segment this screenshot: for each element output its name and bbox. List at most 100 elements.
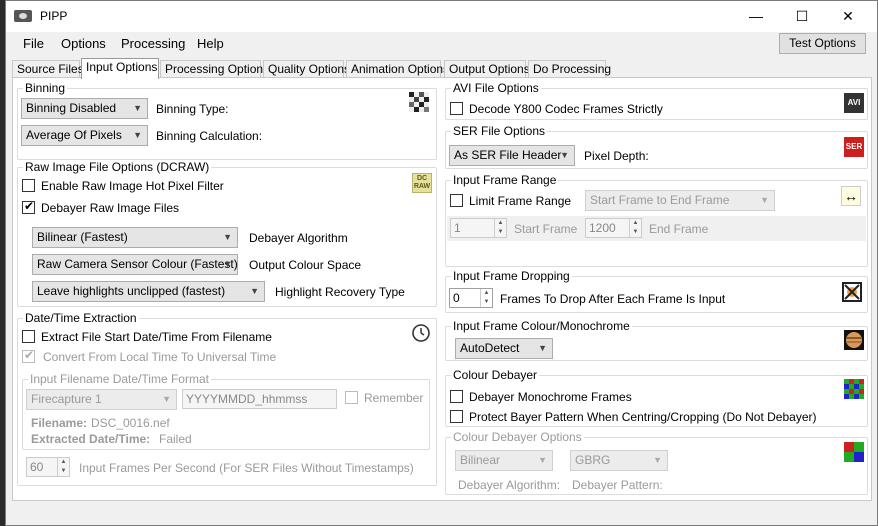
- filename-value: DSC_0016.nef: [91, 416, 170, 430]
- debayer-algorithm-dropdown[interactable]: Bilinear (Fastest) ▼: [32, 227, 238, 248]
- extracted-value: Failed: [159, 432, 192, 446]
- remember-label: Remember: [364, 391, 424, 405]
- output-colour-dropdown[interactable]: Raw Camera Sensor Colour (Fastest) ▼: [32, 254, 238, 275]
- chevron-down-icon: ▼: [538, 343, 547, 353]
- debayer-pattern-label: Debayer Pattern:: [572, 478, 663, 492]
- menu-help[interactable]: Help: [197, 36, 224, 51]
- pixel-depth-label: Pixel Depth:: [584, 149, 649, 163]
- limit-range-label: Limit Frame Range: [469, 194, 572, 208]
- title-bar: PIPP — ☐ ✕: [6, 1, 877, 32]
- debayer-algorithm-dropdown-2[interactable]: Bilinear ▼: [455, 450, 553, 471]
- spinner-arrows-icon[interactable]: ▲ ▼: [494, 219, 506, 237]
- extracted-label: Extracted Date/Time:: [31, 432, 151, 446]
- chevron-down-icon: ▼: [760, 195, 769, 205]
- minimize-button[interactable]: —: [733, 1, 779, 31]
- convert-utc-checkbox[interactable]: ✔: [22, 348, 35, 363]
- protect-bayer-checkbox[interactable]: [450, 410, 463, 423]
- ser-title: SER File Options: [451, 124, 548, 138]
- colour-mono-value: AutoDetect: [460, 341, 520, 355]
- limit-range-checkbox[interactable]: [450, 194, 463, 207]
- end-frame-value: 1200: [589, 221, 616, 235]
- highlight-recovery-value: Leave highlights unclipped (fastest): [37, 284, 226, 298]
- tab-source-files[interactable]: Source Files: [12, 60, 84, 78]
- datetime-format-dropdown[interactable]: Firecapture 1 ▼: [26, 389, 177, 410]
- tab-processing-options[interactable]: Processing Options: [160, 60, 269, 78]
- ser-group: SER File Options As SER File Header ▼ Pix…: [445, 124, 868, 169]
- spinner-arrows-icon[interactable]: ▲ ▼: [480, 289, 492, 307]
- start-frame-spinner[interactable]: 1 ▲ ▼: [450, 218, 507, 238]
- app-window: PIPP — ☐ ✕ File Options Processing Help …: [5, 0, 878, 526]
- frames-drop-label: Frames To Drop After Each Frame Is Input: [500, 292, 726, 306]
- datetime-format-title: Input Filename Date/Time Format: [28, 372, 211, 386]
- drop-frame-icon: [842, 282, 862, 302]
- datetime-format-value: Firecapture 1: [31, 392, 102, 406]
- debayer-mono-checkbox[interactable]: [450, 390, 463, 403]
- tab-do-processing[interactable]: Do Processing: [528, 60, 611, 78]
- binning-calc-dropdown[interactable]: Average Of Pixels ▼: [21, 125, 148, 146]
- avi-icon: AVI: [844, 93, 864, 113]
- debayer-algorithm-value-2: Bilinear: [460, 453, 501, 467]
- output-colour-label: Output Colour Space: [249, 258, 362, 272]
- checkmark-icon: ✔: [24, 348, 35, 362]
- tab-quality-options[interactable]: Quality Options: [263, 60, 350, 78]
- menu-bar: File Options Processing Help: [6, 32, 877, 56]
- menu-options[interactable]: Options: [61, 36, 106, 51]
- frames-drop-value: 0: [453, 291, 460, 305]
- y800-label: Decode Y800 Codec Frames Strictly: [469, 102, 663, 116]
- start-frame-label: Start Frame: [514, 222, 578, 236]
- test-options-button[interactable]: Test Options: [779, 33, 866, 54]
- menu-file[interactable]: File: [23, 36, 44, 51]
- binning-calc-label: Binning Calculation:: [156, 129, 263, 143]
- range-mode-value: Start Frame to End Frame: [590, 193, 730, 207]
- spinner-arrows-icon[interactable]: ▲ ▼: [629, 219, 641, 237]
- frame-dropping-title: Input Frame Dropping: [451, 269, 572, 283]
- menu-processing[interactable]: Processing: [121, 36, 185, 51]
- range-mode-dropdown[interactable]: Start Frame to End Frame ▼: [585, 190, 775, 211]
- binning-type-label: Binning Type:: [156, 102, 229, 116]
- debayer-options-title: Colour Debayer Options: [451, 430, 584, 444]
- colour-debayer-title: Colour Debayer: [451, 368, 540, 382]
- chevron-down-icon: ▼: [653, 455, 662, 465]
- remember-checkbox[interactable]: [345, 391, 358, 404]
- input-options-panel: Binning Binning Disabled ▼ Binning Type: …: [12, 77, 872, 501]
- binning-group: Binning Binning Disabled ▼ Binning Type: …: [17, 81, 437, 160]
- tab-animation-options[interactable]: Animation Options: [346, 60, 449, 78]
- close-button[interactable]: ✕: [825, 1, 871, 31]
- frames-drop-spinner[interactable]: 0 ▲ ▼: [449, 288, 493, 308]
- datetime-format-group: Input Filename Date/Time Format Firecapt…: [22, 372, 430, 450]
- chevron-down-icon: ▼: [560, 150, 569, 160]
- fps-label: Input Frames Per Second (For SER Files W…: [79, 461, 414, 475]
- colour-mono-dropdown[interactable]: AutoDetect ▼: [455, 338, 553, 359]
- pixel-depth-dropdown[interactable]: As SER File Header ▼: [449, 145, 575, 166]
- maximize-button[interactable]: ☐: [779, 1, 825, 31]
- debayer-algorithm-label: Debayer Algorithm: [249, 231, 348, 245]
- chevron-down-icon: ▼: [250, 286, 259, 296]
- extract-datetime-checkbox[interactable]: [22, 330, 35, 343]
- hot-pixel-checkbox[interactable]: [22, 179, 35, 192]
- start-frame-value: 1: [454, 221, 461, 235]
- highlight-recovery-dropdown[interactable]: Leave highlights unclipped (fastest) ▼: [32, 281, 265, 302]
- jupiter-icon: [844, 330, 864, 350]
- chevron-down-icon: ▼: [223, 232, 232, 242]
- chevron-down-icon: ▼: [538, 455, 547, 465]
- fps-spinner[interactable]: 60 ▲ ▼: [26, 457, 70, 477]
- tab-input-options[interactable]: Input Options: [81, 58, 159, 79]
- raw-options-group: Raw Image File Options (DCRAW) Enable Ra…: [17, 160, 437, 307]
- bayer-grid-icon: [844, 442, 864, 462]
- debayer-raw-checkbox[interactable]: ✔: [22, 199, 35, 214]
- debayer-options-group: Colour Debayer Options Bilinear ▼ GBRG ▼ D…: [445, 430, 868, 495]
- end-frame-spinner[interactable]: 1200 ▲ ▼: [585, 218, 642, 238]
- debayer-pattern-dropdown[interactable]: GBRG ▼: [570, 450, 668, 471]
- datetime-pattern-input[interactable]: YYYYMMDD_hhmmss: [182, 389, 337, 409]
- end-frame-label: End Frame: [649, 222, 709, 236]
- debayer-pattern-value: GBRG: [575, 453, 611, 467]
- convert-utc-label: Convert From Local Time To Universal Tim…: [43, 350, 277, 364]
- tab-output-options[interactable]: Output Options: [444, 60, 530, 78]
- window-title: PIPP: [40, 9, 68, 23]
- y800-checkbox[interactable]: [450, 102, 463, 115]
- datetime-title: Date/Time Extraction: [23, 311, 139, 325]
- spinner-arrows-icon[interactable]: ▲ ▼: [57, 458, 69, 476]
- dcraw-icon: DC RAW: [412, 173, 432, 193]
- binning-type-dropdown[interactable]: Binning Disabled ▼: [21, 98, 148, 119]
- binning-group-title: Binning: [23, 81, 68, 95]
